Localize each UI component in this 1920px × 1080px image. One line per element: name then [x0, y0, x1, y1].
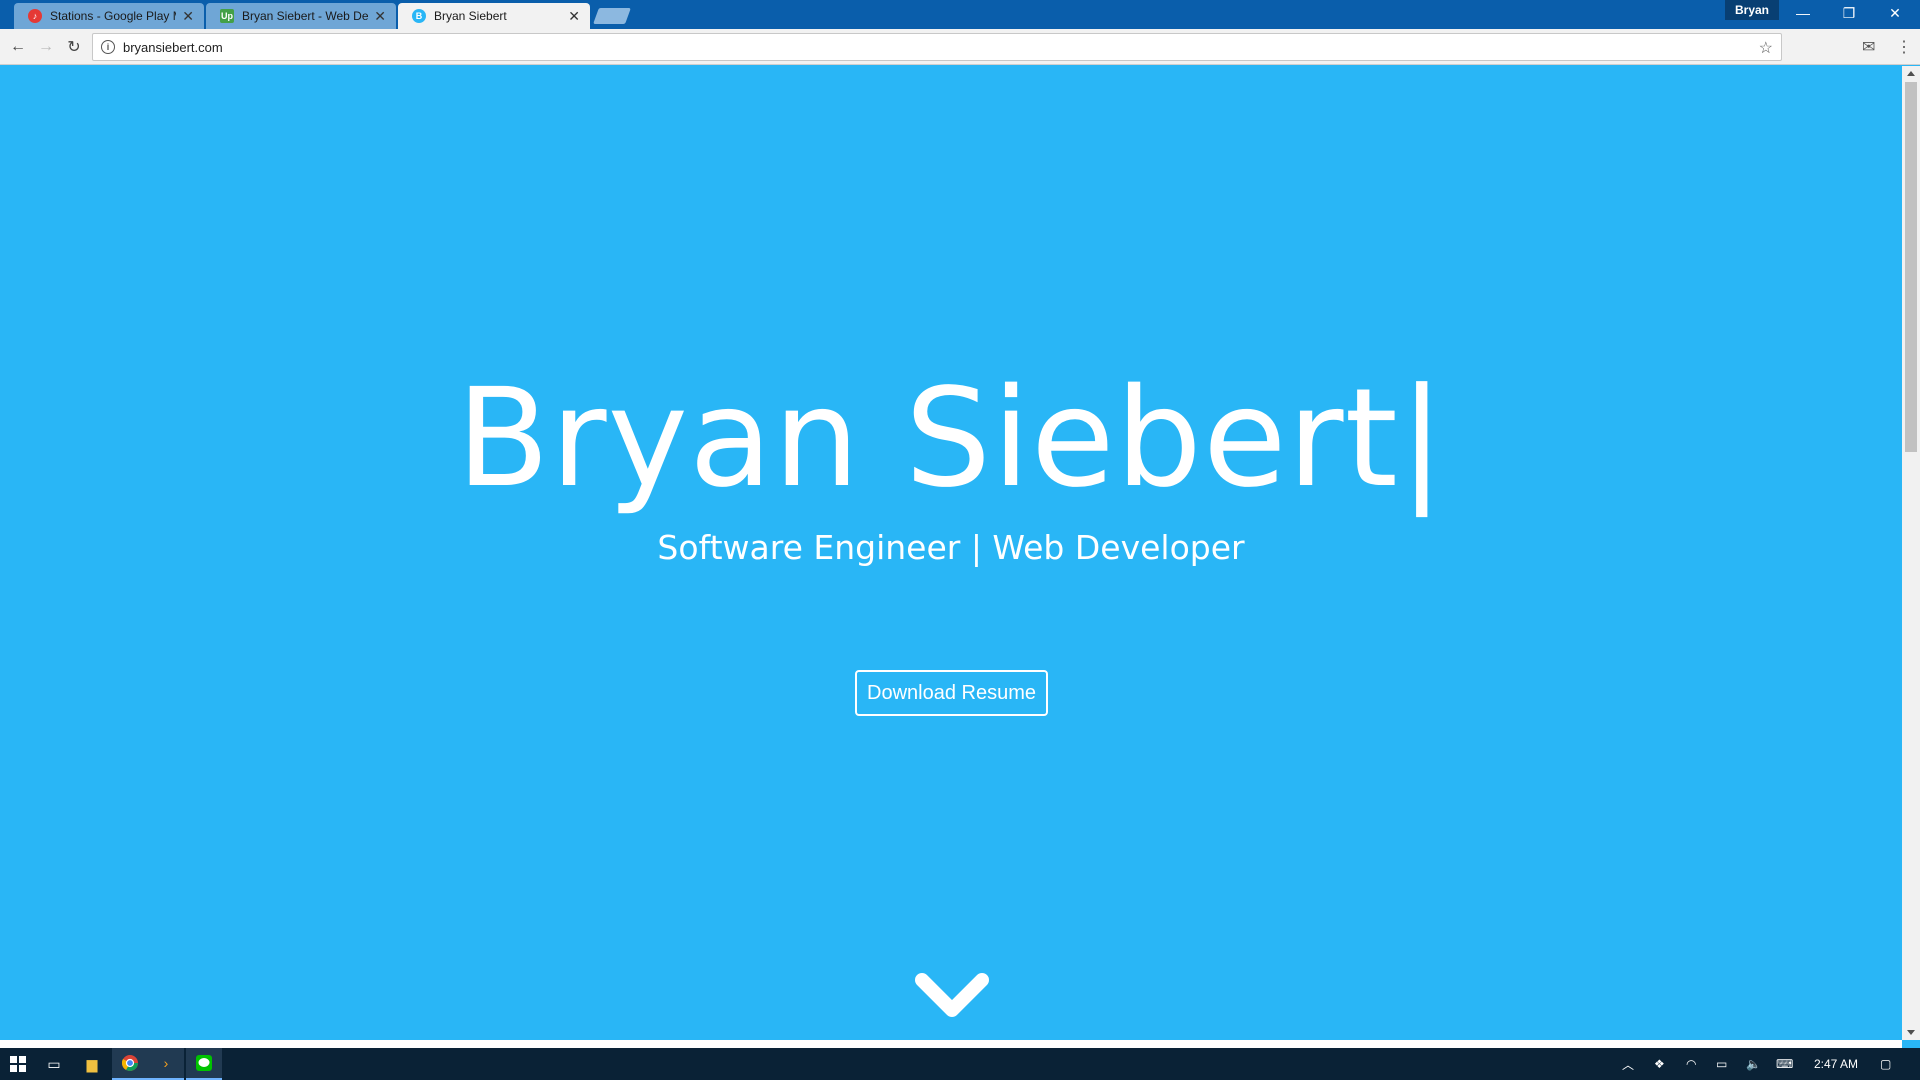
scroll-down-icon[interactable]	[1907, 1030, 1915, 1035]
task-view-icon[interactable]: ▭	[36, 1048, 72, 1080]
profile-button[interactable]: Bryan	[1725, 0, 1780, 20]
file-explorer-icon[interactable]: ▆	[74, 1048, 110, 1080]
tab-bryan-siebert[interactable]: B Bryan Siebert ✕	[398, 3, 590, 29]
back-arrow-icon[interactable]: ←	[6, 35, 30, 59]
action-center-icon[interactable]: ▢	[1880, 1048, 1891, 1080]
browser-toolbar: ← → ↻ i bryansiebert.com ☆ ✉ ⋮	[0, 29, 1920, 65]
scrollbar-thumb[interactable]	[1905, 82, 1917, 452]
clock[interactable]: 2:47 AM	[1814, 1048, 1858, 1080]
page-hero: Bryan Siebert| Software Engineer | Web D…	[0, 66, 1902, 1040]
taskbar: ▭ ▆ › ︿ ❖ ◠ ▭ 🔈 ⌨ 2:47 AM ▢	[0, 1048, 1920, 1080]
upwork-favicon-icon: Up	[220, 9, 234, 23]
bookmark-star-icon[interactable]: ☆	[1759, 38, 1773, 58]
windows-start-icon[interactable]	[0, 1048, 36, 1080]
wifi-icon[interactable]: ◠	[1686, 1048, 1696, 1080]
gmail-icon[interactable]: ✉	[1862, 37, 1875, 57]
reload-icon[interactable]: ↻	[62, 35, 86, 59]
close-icon[interactable]: ✕	[374, 8, 386, 25]
tray-expand-icon[interactable]: ︿	[1622, 1048, 1634, 1080]
close-window-icon[interactable]: ✕	[1872, 0, 1918, 26]
keyboard-icon[interactable]: ⌨	[1776, 1048, 1793, 1080]
scroll-up-icon[interactable]	[1907, 71, 1915, 76]
dropbox-icon[interactable]: ❖	[1654, 1048, 1665, 1080]
site-favicon-icon: B	[412, 9, 426, 23]
tab-bryan-siebert-web-dev[interactable]: Up Bryan Siebert - Web Dev ✕	[206, 3, 396, 29]
line-chat-icon[interactable]	[186, 1048, 222, 1080]
tab-title: Stations - Google Play Mu	[50, 9, 177, 23]
info-icon[interactable]: i	[101, 40, 115, 54]
new-tab-button[interactable]	[593, 8, 631, 24]
volume-icon[interactable]: 🔈	[1746, 1048, 1761, 1080]
menu-kebab-icon[interactable]: ⋮	[1896, 37, 1912, 57]
tab-google-play-music[interactable]: ♪ Stations - Google Play Mu ✕	[14, 3, 204, 29]
terminal-icon[interactable]: ›	[148, 1048, 184, 1080]
hero-name: Bryan Siebert|	[456, 360, 1446, 518]
tab-title: Bryan Siebert - Web Dev	[242, 9, 369, 23]
page-bottom-strip	[0, 1040, 1902, 1048]
hero-subtitle: Software Engineer | Web Developer	[657, 528, 1245, 567]
tab-title: Bryan Siebert	[434, 9, 507, 23]
url-text: bryansiebert.com	[123, 39, 223, 55]
chrome-icon[interactable]	[112, 1048, 148, 1080]
battery-icon[interactable]: ▭	[1716, 1048, 1727, 1080]
scrollbar[interactable]	[1902, 66, 1920, 1040]
forward-arrow-icon[interactable]: →	[34, 35, 58, 59]
restore-icon[interactable]: ❐	[1826, 0, 1872, 26]
close-icon[interactable]: ✕	[568, 8, 580, 25]
title-bar: ♪ Stations - Google Play Mu ✕ Up Bryan S…	[0, 0, 1920, 29]
download-resume-button[interactable]: Download Resume	[855, 670, 1048, 716]
close-icon[interactable]: ✕	[182, 8, 194, 25]
chevron-down-icon[interactable]	[914, 970, 990, 1026]
minimize-icon[interactable]: —	[1780, 0, 1826, 26]
address-bar[interactable]: i bryansiebert.com ☆	[92, 33, 1782, 61]
music-favicon-icon: ♪	[28, 9, 42, 23]
